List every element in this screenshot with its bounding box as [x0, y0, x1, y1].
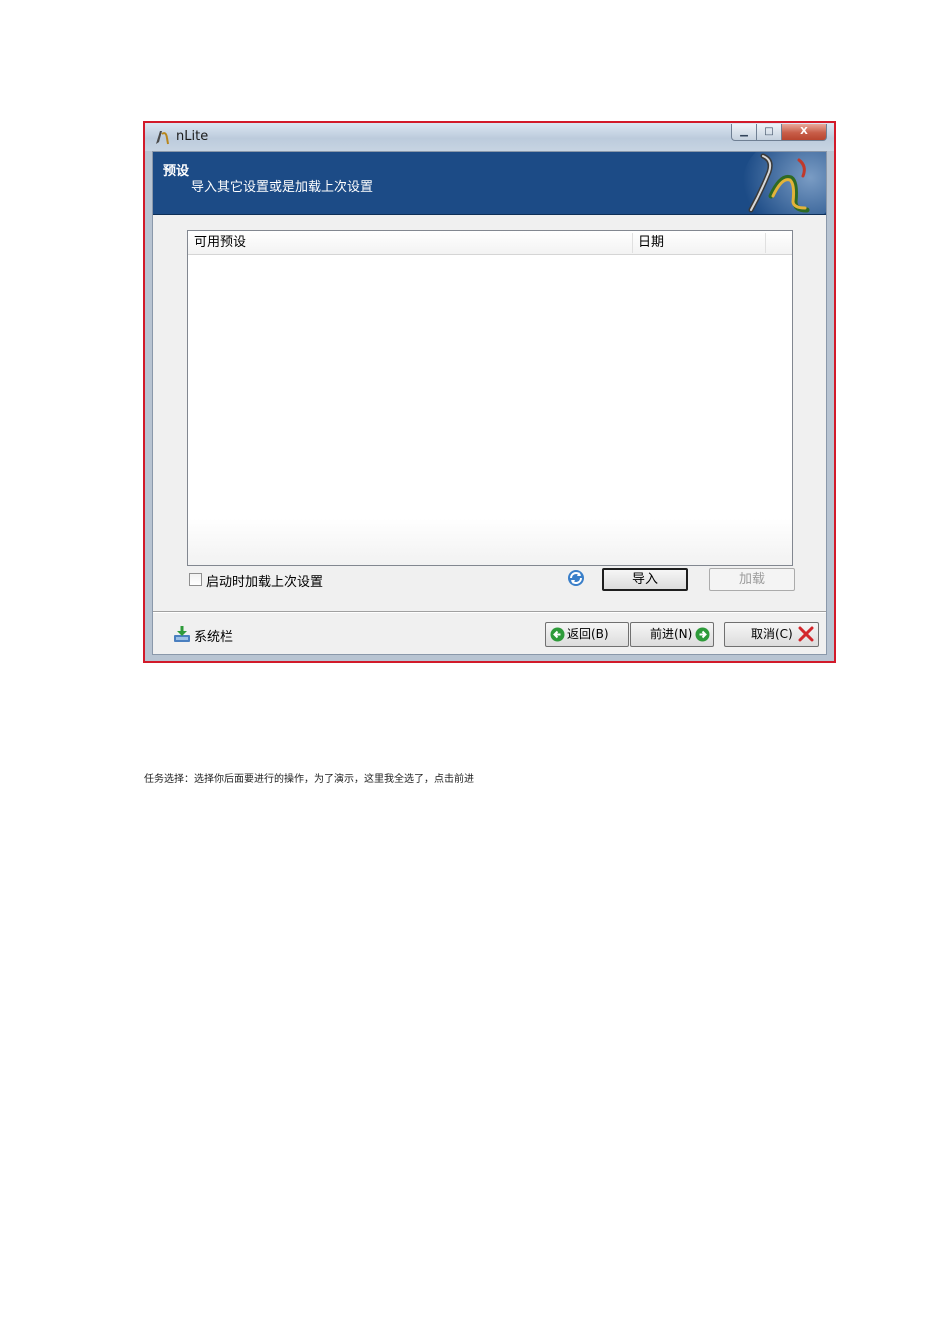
back-label: 返回(B)	[567, 627, 609, 641]
cancel-x-icon	[798, 626, 814, 642]
tray-download-icon[interactable]	[173, 625, 191, 643]
caption-text: 任务选择：选择你后面要进行的操作，为了演示，这里我全选了，点击前进	[144, 774, 474, 785]
arrow-left-icon	[550, 627, 565, 642]
refresh-icon[interactable]	[567, 569, 585, 587]
close-icon: X	[800, 126, 808, 137]
column-separator	[632, 233, 633, 253]
load-button[interactable]: 加载	[709, 568, 795, 591]
footer-divider	[153, 611, 826, 613]
page-subtitle: 导入其它设置或是加载上次设置	[191, 180, 374, 195]
column-available-presets[interactable]: 可用预设	[194, 231, 246, 254]
nlite-app-icon	[156, 131, 169, 145]
cancel-button[interactable]: 取消(C)	[724, 622, 819, 647]
maximize-icon: □	[764, 126, 774, 137]
dialog-client: 预设 导入其它设置或是加载上次设置 可用预设 日期 启动时加载上次设置 导入 加…	[152, 151, 827, 655]
title-bar: nLite ▁ □ X	[145, 123, 834, 151]
screenshot-frame: nLite ▁ □ X 预设 导入其它设置或是加载上次设置 可用预设 日期 启动…	[143, 121, 836, 663]
window-title: nLite	[176, 129, 209, 144]
list-header: 可用预设 日期	[188, 231, 792, 255]
arrow-right-icon	[695, 627, 710, 642]
cancel-label: 取消(C)	[751, 627, 793, 641]
maximize-button[interactable]: □	[756, 124, 782, 141]
nlite-logo-icon	[743, 152, 826, 214]
column-date[interactable]: 日期	[638, 231, 664, 254]
presets-list[interactable]: 可用预设 日期	[187, 230, 793, 566]
close-button[interactable]: X	[781, 124, 827, 141]
wizard-header: 预设 导入其它设置或是加载上次设置	[153, 152, 826, 215]
minimize-button[interactable]: ▁	[731, 124, 757, 141]
next-button[interactable]: 前进(N)	[630, 622, 714, 647]
tray-label[interactable]: 系统栏	[194, 626, 233, 645]
column-separator	[765, 233, 766, 253]
load-last-settings-checkbox[interactable]	[189, 573, 202, 586]
minimize-icon: ▁	[740, 126, 748, 137]
import-button[interactable]: 导入	[602, 568, 688, 591]
back-button[interactable]: 返回(B)	[545, 622, 629, 647]
next-label: 前进(N)	[650, 627, 693, 641]
list-body[interactable]	[188, 255, 792, 565]
page-title: 预设	[163, 164, 190, 179]
load-last-settings-label[interactable]: 启动时加载上次设置	[206, 571, 323, 590]
